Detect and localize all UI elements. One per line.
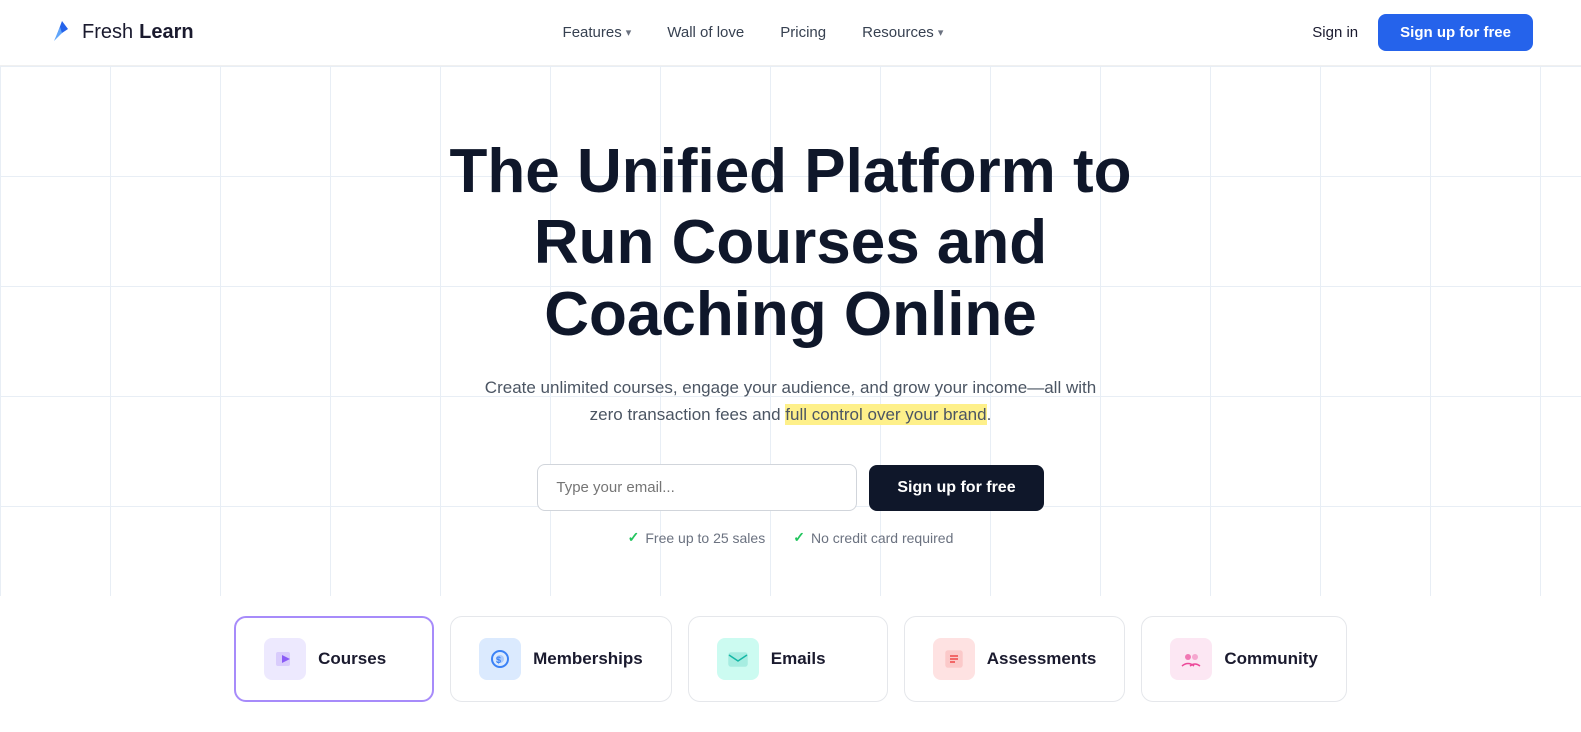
emails-icon	[717, 638, 759, 680]
hero-content: The Unified Platform to Run Courses and …	[20, 136, 1561, 546]
hero-section: The Unified Platform to Run Courses and …	[0, 66, 1581, 596]
hero-title: The Unified Platform to Run Courses and …	[391, 136, 1191, 350]
feature-label-courses: Courses	[318, 649, 386, 669]
chevron-down-icon: ▾	[626, 26, 632, 39]
logo-icon	[48, 15, 76, 50]
svg-text:$: $	[496, 655, 501, 665]
chevron-down-icon-2: ▾	[938, 26, 944, 39]
email-form: Sign up for free	[20, 464, 1561, 511]
check-icon-2: ✓	[793, 529, 805, 546]
trust-badge-2: ✓ No credit card required	[793, 529, 953, 546]
feature-label-community: Community	[1224, 649, 1318, 669]
nav-resources[interactable]: Resources ▾	[862, 24, 943, 41]
assessments-icon	[933, 638, 975, 680]
sign-in-button[interactable]: Sign in	[1312, 24, 1358, 41]
feature-card-community[interactable]: Community	[1141, 616, 1347, 702]
feature-label-memberships: Memberships	[533, 649, 643, 669]
trust-badges: ✓ Free up to 25 sales ✓ No credit card r…	[20, 529, 1561, 546]
hero-signup-button[interactable]: Sign up for free	[869, 465, 1043, 511]
check-icon-1: ✓	[628, 529, 640, 546]
memberships-icon: $	[479, 638, 521, 680]
navbar: Fresh Learn Features ▾ Wall of love Prici…	[0, 0, 1581, 66]
nav-actions: Sign in Sign up for free	[1312, 14, 1533, 51]
nav-pricing[interactable]: Pricing	[780, 24, 826, 41]
feature-label-assessments: Assessments	[987, 649, 1097, 669]
nav-links: Features ▾ Wall of love Pricing Resource…	[563, 24, 944, 41]
trust-badge-1: ✓ Free up to 25 sales	[628, 529, 766, 546]
nav-wall-of-love[interactable]: Wall of love	[667, 24, 744, 41]
email-input[interactable]	[537, 464, 857, 511]
brand-name-learn: Learn	[139, 21, 193, 44]
features-row: Courses $ Memberships Emails Assessments Comm…	[0, 596, 1581, 732]
brand-name-fresh: Fresh	[82, 21, 133, 44]
feature-card-memberships[interactable]: $ Memberships	[450, 616, 672, 702]
hero-subtitle: Create unlimited courses, engage your au…	[481, 374, 1101, 428]
nav-features[interactable]: Features ▾	[563, 24, 632, 41]
community-icon	[1170, 638, 1212, 680]
sign-up-button[interactable]: Sign up for free	[1378, 14, 1533, 51]
feature-card-emails[interactable]: Emails	[688, 616, 888, 702]
courses-icon	[264, 638, 306, 680]
highlighted-text: full control over your brand	[785, 404, 986, 425]
feature-card-courses[interactable]: Courses	[234, 616, 434, 702]
feature-card-assessments[interactable]: Assessments	[904, 616, 1126, 702]
feature-label-emails: Emails	[771, 649, 826, 669]
logo[interactable]: Fresh Learn	[48, 15, 194, 50]
